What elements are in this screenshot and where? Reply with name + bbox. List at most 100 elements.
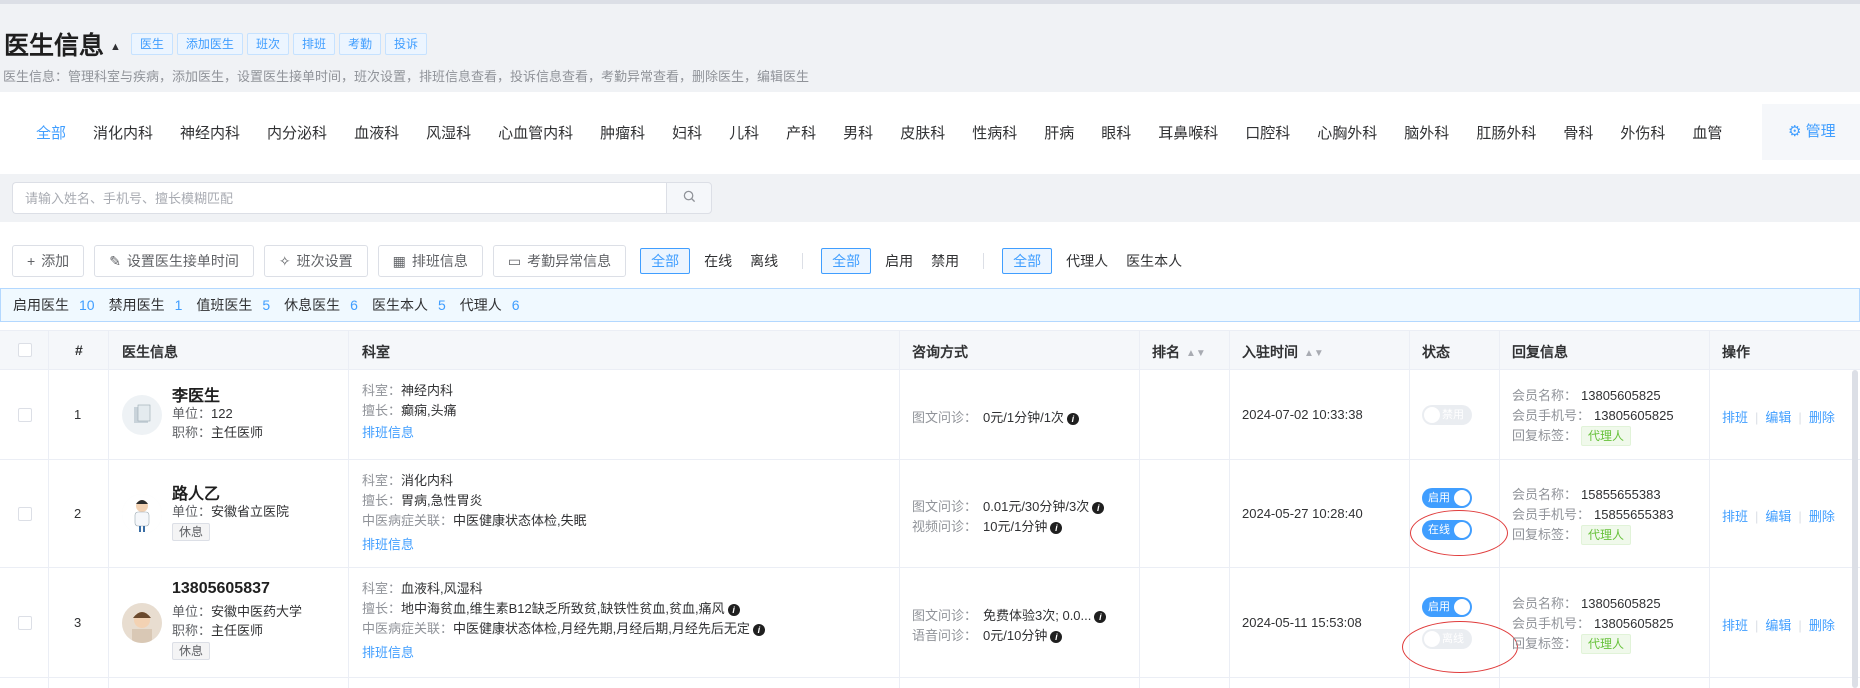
dept-tab[interactable]: 外伤科: [1620, 122, 1665, 143]
dept-tab[interactable]: 皮肤科: [900, 122, 945, 143]
schedule-button[interactable]: ▦ 排班信息: [377, 245, 483, 277]
tag-complaint[interactable]: 投诉: [384, 33, 427, 55]
dept-tab[interactable]: 儿科: [729, 122, 759, 143]
status-switch[interactable]: 禁用: [1422, 405, 1472, 425]
edit-action[interactable]: 编辑: [1765, 618, 1791, 633]
member-name: 会员名称： 13805605825: [1512, 385, 1661, 404]
info-icon[interactable]: i: [1050, 522, 1063, 534]
dept-tab[interactable]: 肿瘤科: [600, 122, 645, 143]
header-join[interactable]: 入驻时间 ▲▼: [1242, 342, 1324, 362]
tag-doctor[interactable]: 医生: [130, 33, 173, 55]
delete-action[interactable]: 删除: [1809, 618, 1835, 633]
manage-button[interactable]: ⚙ 管理: [1762, 104, 1860, 160]
online-filter-all[interactable]: 全部: [640, 248, 691, 274]
sort-icon[interactable]: ▲▼: [1304, 348, 1324, 359]
briefcase-icon: ▭: [507, 253, 522, 269]
info-icon[interactable]: i: [1050, 631, 1063, 643]
header-rank[interactable]: 排名 ▲▼: [1152, 342, 1206, 362]
tcm-line-label: 中医病症关联：: [362, 621, 454, 636]
dept-tab[interactable]: 产科: [786, 122, 816, 143]
edit-action[interactable]: 编辑: [1765, 410, 1791, 425]
info-icon[interactable]: i: [1066, 413, 1079, 425]
agent-filter-self[interactable]: 医生本人: [1126, 251, 1182, 271]
member-name-value: 13805605825: [1581, 388, 1661, 403]
dept-tab[interactable]: 口腔科: [1245, 122, 1290, 143]
dept-tab[interactable]: 男科: [843, 122, 873, 143]
dept-tab[interactable]: 妇科: [672, 122, 702, 143]
select-all-checkbox[interactable]: [18, 343, 32, 357]
schedule-link[interactable]: 排班信息: [362, 642, 414, 661]
scrollbar[interactable]: [1852, 370, 1858, 688]
separator: |: [1798, 410, 1802, 425]
agent-filter-agent[interactable]: 代理人: [1066, 251, 1108, 271]
dept-tab[interactable]: 内分泌科: [267, 122, 327, 143]
info-icon[interactable]: i: [1092, 502, 1105, 514]
reply-tag-badge: 代理人: [1581, 634, 1632, 654]
dept-tab[interactable]: 神经内科: [180, 122, 240, 143]
info-icon[interactable]: i: [752, 624, 765, 636]
doctor-title: 职称：主任医师: [172, 422, 263, 441]
shift-button[interactable]: ✧ 班次设置: [263, 245, 368, 277]
dept-tab[interactable]: 血液科: [354, 122, 399, 143]
info-icon[interactable]: i: [727, 604, 740, 616]
enable-filter-all[interactable]: 全部: [821, 248, 872, 274]
stat-label: 启用医生: [13, 297, 69, 313]
dept-tab[interactable]: 骨科: [1563, 122, 1593, 143]
schedule-action[interactable]: 排班: [1722, 618, 1748, 633]
dept-tab[interactable]: 消化内科: [93, 122, 153, 143]
enable-filter-disabled[interactable]: 禁用: [931, 251, 959, 271]
status-switch[interactable]: 启用: [1422, 488, 1472, 508]
calendar-icon: ▦: [392, 253, 406, 269]
caret-up-icon[interactable]: ▲: [110, 41, 121, 53]
set-time-label: 设置医生接单时间: [126, 253, 239, 269]
tag-schedule[interactable]: 排班: [292, 33, 335, 55]
delete-action[interactable]: 删除: [1809, 410, 1835, 425]
online-filter-offline[interactable]: 离线: [750, 251, 778, 271]
dept-tab[interactable]: 脑外科: [1404, 122, 1449, 143]
row-index: 3: [74, 615, 82, 630]
schedule-link[interactable]: 排班信息: [362, 534, 414, 553]
title-value: 主任医师: [211, 623, 264, 638]
dept-tab[interactable]: 肝病: [1044, 122, 1074, 143]
dept-tab[interactable]: 全部: [36, 122, 66, 143]
schedule-link[interactable]: 排班信息: [362, 422, 414, 441]
dept-tab[interactable]: 耳鼻喉科: [1158, 122, 1218, 143]
dept-tab[interactable]: 心血管内科: [498, 122, 573, 143]
edit-action[interactable]: 编辑: [1765, 509, 1791, 524]
attendance-button[interactable]: ▭ 考勤异常信息: [492, 245, 627, 277]
dept-tab[interactable]: 血管: [1692, 122, 1722, 143]
add-button[interactable]: + 添加: [12, 245, 85, 277]
search-input[interactable]: [12, 182, 666, 214]
search-button[interactable]: [666, 182, 712, 214]
dept-tab[interactable]: 眼科: [1101, 122, 1131, 143]
reply-tag-label: 回复标签：: [1512, 636, 1578, 651]
row-checkbox[interactable]: [18, 616, 32, 630]
online-filter-online[interactable]: 在线: [704, 251, 732, 271]
dept-tab[interactable]: 肛肠外科: [1476, 122, 1536, 143]
dept-tab[interactable]: 心胸外科: [1317, 122, 1377, 143]
tag-shift[interactable]: 班次: [246, 33, 289, 55]
dept-tab[interactable]: 风湿科: [426, 122, 471, 143]
tag-add-doctor[interactable]: 添加医生: [176, 33, 243, 55]
row-checkbox[interactable]: [18, 507, 32, 521]
agent-filter-all[interactable]: 全部: [1002, 248, 1053, 274]
sort-icon[interactable]: ▲▼: [1186, 348, 1206, 359]
dept-line-label: 科室：: [362, 473, 402, 488]
enable-filter: 全部 启用 禁用: [821, 248, 977, 274]
schedule-action[interactable]: 排班: [1722, 410, 1748, 425]
info-icon[interactable]: i: [1094, 611, 1107, 623]
status-switch[interactable]: 启用: [1422, 597, 1472, 617]
stat-label: 医生本人: [371, 297, 428, 313]
enable-filter-enabled[interactable]: 启用: [885, 251, 913, 271]
dept-tab[interactable]: 性病科: [972, 122, 1017, 143]
set-time-button[interactable]: ✎ 设置医生接单时间: [94, 245, 254, 277]
row-checkbox[interactable]: [18, 408, 32, 422]
consult-value: 0.01元/30分钟/3次: [983, 499, 1090, 514]
edit-icon: ✎: [109, 253, 121, 269]
delete-action[interactable]: 删除: [1809, 509, 1835, 524]
separator: |: [1755, 618, 1759, 633]
header-status: 状态: [1422, 344, 1450, 360]
schedule-action[interactable]: 排班: [1722, 509, 1748, 524]
title-label: 职称：: [172, 623, 212, 638]
tag-attendance[interactable]: 考勤: [338, 33, 381, 55]
